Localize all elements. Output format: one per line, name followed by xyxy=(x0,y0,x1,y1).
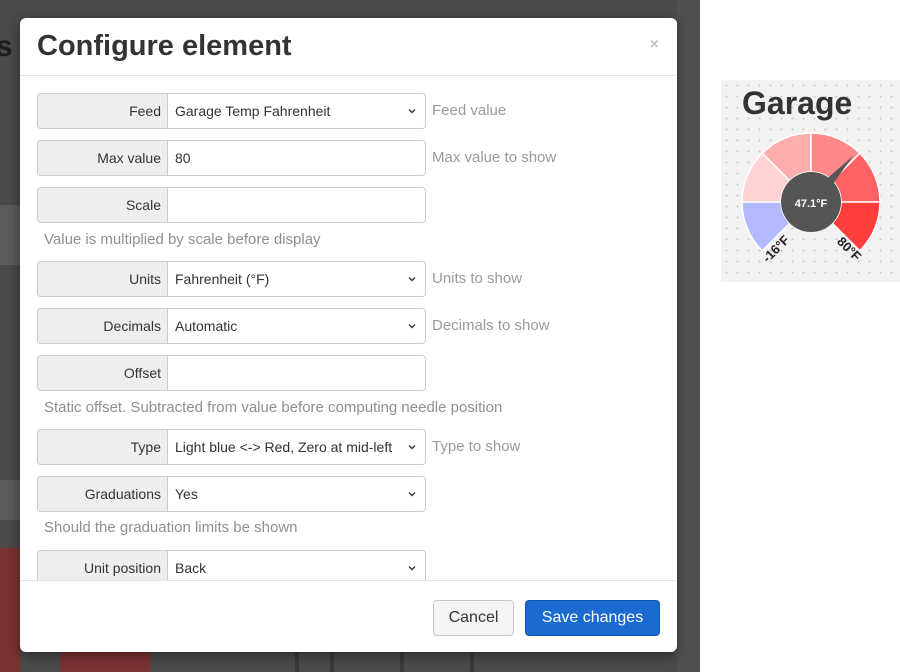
dialog-title: Configure element xyxy=(37,30,292,62)
graduations-help-text: Should the graduation limits be shown xyxy=(44,519,298,536)
dialog-body: Feed Garage Temp Fahrenheit Feed value M… xyxy=(20,76,677,580)
cancel-button[interactable]: Cancel xyxy=(433,600,514,636)
type-row: Type Light blue <-> Red, Zero at mid-lef… xyxy=(37,429,637,465)
save-changes-button[interactable]: Save changes xyxy=(525,600,660,636)
feed-select-value: Garage Temp Fahrenheit xyxy=(175,103,331,119)
unit-position-select[interactable]: Back xyxy=(168,550,426,580)
chevron-down-icon xyxy=(408,109,416,114)
units-row: Units Fahrenheit (°F) Units to show xyxy=(37,261,637,297)
decimals-row: Decimals Automatic Decimals to show xyxy=(37,308,637,344)
background-panel xyxy=(0,205,20,265)
chevron-down-icon xyxy=(408,566,416,571)
decimals-select[interactable]: Automatic xyxy=(168,308,426,344)
feed-hint: Feed value xyxy=(432,102,507,119)
offset-row: Offset xyxy=(37,355,637,391)
background-divider xyxy=(330,652,334,672)
background-heading-fragment: s xyxy=(0,30,13,63)
feed-select[interactable]: Garage Temp Fahrenheit xyxy=(168,93,426,129)
units-select[interactable]: Fahrenheit (°F) xyxy=(168,261,426,297)
type-select-value: Light blue <-> Red, Zero at mid-left xyxy=(175,439,393,455)
background-divider xyxy=(470,652,474,672)
graduations-row: Graduations Yes xyxy=(37,476,637,512)
type-hint: Type to show xyxy=(432,438,521,455)
background-panel xyxy=(677,0,700,672)
feed-row: Feed Garage Temp Fahrenheit Feed value xyxy=(37,93,637,129)
max-value-row: Max value 80 Max value to show xyxy=(37,140,637,176)
offset-label: Offset xyxy=(37,355,168,391)
units-hint: Units to show xyxy=(432,270,523,287)
offset-input[interactable] xyxy=(168,355,426,391)
graduations-select-value: Yes xyxy=(175,486,198,502)
background-chart-bar xyxy=(0,548,20,672)
max-value-hint: Max value to show xyxy=(432,149,557,166)
feed-label: Feed xyxy=(37,93,168,129)
gauge-value-label: 47.1°F xyxy=(795,198,828,210)
background-divider xyxy=(295,652,299,672)
scale-label: Scale xyxy=(37,187,168,223)
max-value-input[interactable]: 80 xyxy=(168,140,426,176)
configure-element-dialog: Configure element × Feed Garage Temp Fah… xyxy=(20,18,677,652)
scale-help-text: Value is multiplied by scale before disp… xyxy=(44,231,321,248)
dialog-header: Configure element × xyxy=(20,18,677,76)
unit-position-row: Unit position Back xyxy=(37,550,637,580)
decimals-hint: Decimals to show xyxy=(432,317,550,334)
max-value-label: Max value xyxy=(37,140,168,176)
dialog-footer: Cancel Save changes xyxy=(20,580,677,652)
units-label: Units xyxy=(37,261,168,297)
background-divider xyxy=(400,652,404,672)
type-label: Type xyxy=(37,429,168,465)
gauge-preview-widget: Garage 47.1°F -16°F 80°F xyxy=(721,80,900,282)
decimals-select-value: Automatic xyxy=(175,318,238,334)
type-select[interactable]: Light blue <-> Red, Zero at mid-left xyxy=(168,429,426,465)
graduations-select[interactable]: Yes xyxy=(168,476,426,512)
background-chart-bar xyxy=(60,652,150,672)
units-select-value: Fahrenheit (°F) xyxy=(175,271,270,287)
close-icon[interactable]: × xyxy=(650,37,659,53)
chevron-down-icon xyxy=(408,492,416,497)
chevron-down-icon xyxy=(408,324,416,329)
chevron-down-icon xyxy=(408,277,416,282)
chevron-down-icon xyxy=(408,445,416,450)
scale-input[interactable] xyxy=(168,187,426,223)
scale-row: Scale xyxy=(37,187,637,223)
decimals-label: Decimals xyxy=(37,308,168,344)
unit-position-select-value: Back xyxy=(175,560,207,576)
offset-help-text: Static offset. Subtracted from value bef… xyxy=(44,399,503,416)
unit-position-label: Unit position xyxy=(37,550,168,580)
temperature-gauge: 47.1°F -16°F 80°F xyxy=(741,132,881,265)
graduations-label: Graduations xyxy=(37,476,168,512)
background-panel xyxy=(0,480,20,520)
